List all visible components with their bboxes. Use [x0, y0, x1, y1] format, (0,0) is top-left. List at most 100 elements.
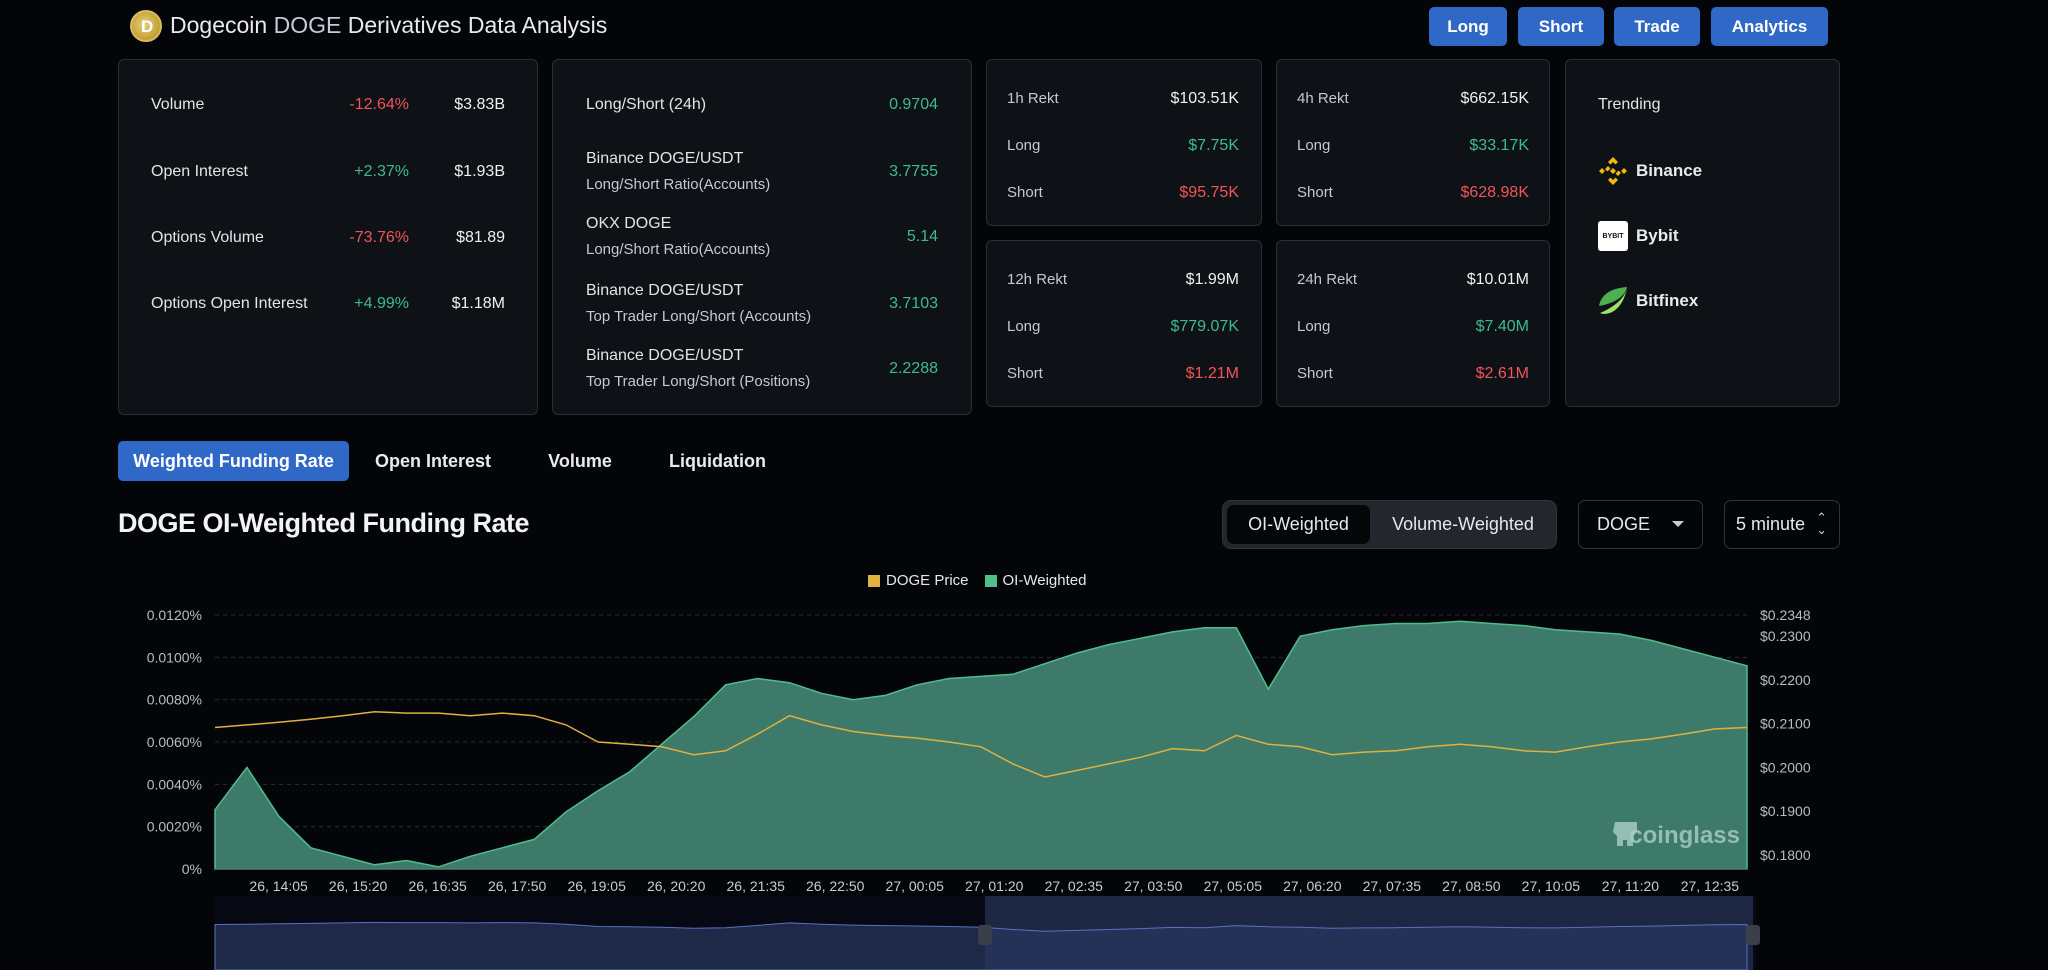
legend-swatch-price — [868, 574, 880, 587]
rekt-label: 1h Rekt — [1007, 90, 1059, 107]
rekt-total: $103.51K — [1170, 90, 1239, 107]
x-tick-label: 26, 16:35 — [408, 878, 467, 894]
section-title: DOGE OI-Weighted Funding Rate — [118, 508, 530, 538]
metric-value: $3.83B — [454, 96, 505, 113]
coinglass-watermark: coinglass — [1629, 822, 1740, 849]
short-button[interactable]: Short — [1518, 7, 1604, 46]
oi-weighted-area — [214, 620, 1748, 870]
x-tick-label: 27, 06:20 — [1283, 878, 1342, 894]
y-left-tick-label: 0.0020% — [147, 819, 202, 835]
coin-select-value: DOGE — [1597, 514, 1651, 534]
navigator-handle[interactable] — [978, 925, 992, 945]
x-tick-label: 27, 12:35 — [1681, 878, 1740, 894]
ratio-value: 0.9704 — [889, 96, 938, 113]
analytics-button[interactable]: Analytics — [1711, 7, 1828, 46]
metric-label: Volume — [151, 96, 205, 113]
trending-item-binance[interactable]: Binance — [1598, 156, 1702, 186]
metric-value: $1.18M — [451, 295, 505, 312]
rekt-total: $662.15K — [1460, 90, 1529, 107]
ratio-sublabel: Long/Short Ratio(Accounts) — [586, 176, 771, 193]
y-right-tick-label: $0.1900 — [1760, 803, 1811, 819]
legend-swatch-oi — [984, 574, 997, 587]
tab-weighted-funding-rate[interactable]: Weighted Funding Rate — [118, 441, 349, 481]
tab-open-interest[interactable]: Open Interest — [365, 441, 501, 481]
chevron-up-down-icon: ⌃ ⌄ — [1816, 510, 1827, 537]
ratio-label: Binance DOGE/USDT — [586, 282, 744, 299]
x-tick-label: 27, 05:05 — [1204, 878, 1263, 894]
ratio-value: 5.14 — [906, 228, 938, 245]
rekt-short-label: Short — [1007, 365, 1043, 382]
x-tick-label: 26, 17:50 — [488, 878, 547, 894]
trending-title: Trending — [1598, 96, 1661, 113]
trending-name: Binance — [1636, 161, 1703, 180]
ratio-value: 2.2288 — [889, 360, 938, 377]
y-right-tick-label: $0.2100 — [1760, 716, 1811, 732]
oi-weighted-option[interactable]: OI-Weighted — [1227, 505, 1370, 544]
y-right-tick-label: $0.2300 — [1760, 628, 1811, 644]
rekt-long: $33.17K — [1469, 137, 1529, 154]
legend-label-price[interactable]: DOGE Price — [886, 572, 969, 589]
coin-select[interactable]: DOGE — [1578, 500, 1703, 549]
rekt-long-label: Long — [1297, 318, 1331, 335]
metric-change: -12.64% — [349, 96, 409, 113]
trade-button[interactable]: Trade — [1614, 7, 1700, 46]
long-button[interactable]: Long — [1429, 7, 1507, 46]
rekt-label: 24h Rekt — [1297, 271, 1358, 288]
rekt-total: $1.99M — [1185, 271, 1239, 288]
ratio-value: 3.7755 — [889, 163, 938, 180]
weighting-toggle: OI-Weighted Volume-Weighted — [1222, 500, 1557, 549]
rekt-label: 4h Rekt — [1297, 90, 1349, 107]
rekt-long: $779.07K — [1170, 318, 1239, 335]
interval-select-value: 5 minute — [1736, 514, 1806, 534]
trending-item-bitfinex[interactable]: Bitfinex — [1598, 286, 1698, 316]
navigator-handle[interactable] — [1746, 925, 1760, 945]
rekt-short: $1.21M — [1185, 365, 1239, 382]
funding-rate-chart: 0% 0.0020% 0.0040% 0.0060% 0.0080% 0.0100% 0.0… — [147, 607, 1811, 970]
caret-down-icon — [1672, 521, 1684, 527]
ratio-label: Binance DOGE/USDT — [586, 150, 744, 167]
y-left-tick-label: 0.0120% — [147, 607, 202, 623]
trending-item-bybit[interactable]: BYBIT Bybit — [1598, 221, 1679, 251]
y-left-tick-label: 0.0080% — [147, 692, 202, 708]
rekt-12h-card: 12h Rekt $1.99M Long $779.07K Short $1.2… — [986, 240, 1262, 407]
x-tick-label: 27, 10:05 — [1522, 878, 1581, 894]
metric-change: +2.37% — [354, 163, 409, 180]
x-tick-label: 26, 15:20 — [329, 878, 388, 894]
interval-select[interactable]: 5 minute ⌃ ⌄ — [1724, 500, 1840, 549]
metric-value: $1.93B — [454, 163, 505, 180]
ratio-label: Long/Short (24h) — [586, 96, 707, 113]
page-title: Dogecoin DOGE Derivatives Data Analysis — [170, 12, 608, 38]
y-left-tick-label: 0.0060% — [147, 734, 202, 750]
legend-label-oi[interactable]: OI-Weighted — [1003, 572, 1087, 589]
rekt-short-label: Short — [1297, 365, 1333, 382]
ratio-sublabel: Top Trader Long/Short (Positions) — [586, 373, 811, 390]
x-tick-label: 26, 21:35 — [727, 878, 786, 894]
ratio-label: Binance DOGE/USDT — [586, 347, 744, 364]
rekt-short-label: Short — [1297, 184, 1333, 201]
rekt-4h-card: 4h Rekt $662.15K Long $33.17K Short $628… — [1276, 59, 1550, 226]
x-tick-label: 27, 00:05 — [886, 878, 945, 894]
volume-weighted-option[interactable]: Volume-Weighted — [1373, 505, 1553, 544]
binance-icon — [1599, 157, 1627, 185]
ratio-sublabel: Long/Short Ratio(Accounts) — [586, 241, 771, 258]
x-tick-label: 27, 07:35 — [1363, 878, 1422, 894]
dogecoin-logo — [130, 10, 162, 42]
y-right-tick-label: $0.2000 — [1760, 759, 1811, 775]
tab-liquidation[interactable]: Liquidation — [655, 441, 780, 481]
x-tick-label: 27, 01:20 — [965, 878, 1024, 894]
y-left-tick-label: 0.0100% — [147, 649, 202, 665]
rekt-short-label: Short — [1007, 184, 1043, 201]
trending-name: Bitfinex — [1636, 291, 1699, 310]
metric-change: +4.99% — [354, 295, 409, 312]
rekt-long: $7.40M — [1475, 318, 1529, 335]
x-tick-label: 26, 14:05 — [249, 878, 308, 894]
x-tick-label: 27, 11:20 — [1602, 878, 1660, 894]
rekt-long: $7.75K — [1188, 137, 1239, 154]
tab-volume[interactable]: Volume — [530, 441, 630, 481]
trending-card: Trending Binance BYBIT Bybit Bitfinex — [1565, 59, 1840, 407]
ratio-value: 3.7103 — [889, 295, 938, 312]
ratio-sublabel: Top Trader Long/Short (Accounts) — [586, 308, 812, 325]
rekt-total: $10.01M — [1466, 271, 1529, 288]
rekt-1h-card: 1h Rekt $103.51K Long $7.75K Short $95.7… — [986, 59, 1262, 226]
trending-name: Bybit — [1636, 226, 1679, 245]
